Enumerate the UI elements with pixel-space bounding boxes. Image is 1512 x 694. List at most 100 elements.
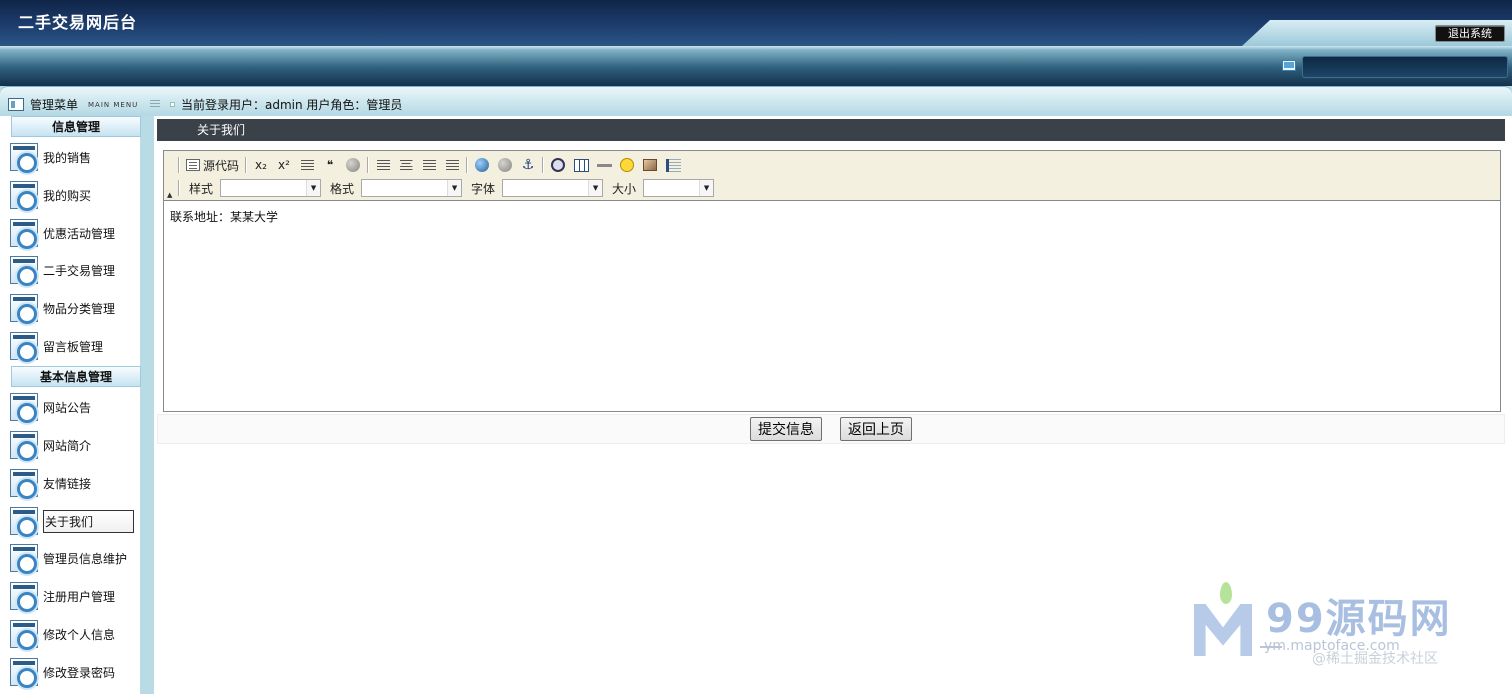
toolbar-separator (466, 157, 469, 173)
anchor-button[interactable]: ⚓ (519, 156, 537, 174)
toolbar-collapse-icon[interactable]: ▲ (167, 191, 172, 199)
size-select[interactable]: ▼ (643, 179, 715, 197)
table-icon (573, 158, 589, 172)
sidebar-item-trades[interactable]: 二手交易管理 (10, 255, 140, 286)
watermark-credit: @稀土掘金技术社区 (1312, 651, 1438, 667)
sidebar-item-admin-info[interactable]: 管理员信息维护 (10, 543, 140, 574)
page-break-icon (665, 158, 681, 172)
gear-icon (10, 294, 38, 324)
gear-icon (10, 620, 38, 650)
special-char-icon (643, 159, 658, 171)
sidebar-item-label: 关于我们 (43, 509, 135, 533)
insert-code-icon (346, 158, 361, 172)
page-title: 关于我们 (157, 119, 1505, 141)
size-label: 大小 (612, 181, 637, 196)
menu-icon (8, 98, 24, 111)
sidebar-item-label: 管理员信息维护 (43, 551, 128, 566)
format-select[interactable]: ▼ (361, 179, 463, 197)
page-break-button[interactable] (664, 156, 682, 174)
chevron-down-icon: ▼ (306, 180, 321, 196)
sidebar-item-promotions[interactable]: 优惠活动管理 (10, 218, 140, 249)
chevron-down-icon: ▼ (699, 180, 714, 196)
gear-icon (10, 332, 38, 362)
source-button[interactable]: 源代码 (185, 156, 240, 174)
sidebar-item-site-intro[interactable]: 网站简介 (10, 430, 140, 461)
special-char-button[interactable] (641, 156, 659, 174)
style-select[interactable]: ▼ (220, 179, 322, 197)
flash-icon (551, 158, 566, 172)
smiley-icon (620, 158, 635, 172)
user-info-text: 当前登录用户：admin 用户角色：管理员 (181, 98, 403, 112)
sidebar-item-label: 网站简介 (43, 438, 92, 453)
submit-button[interactable]: 提交信息 (750, 417, 822, 441)
align-center-button[interactable] (397, 156, 415, 174)
gear-icon (10, 469, 38, 499)
header-bar (0, 46, 1512, 86)
gear-icon (10, 544, 38, 574)
sidebar-item-label: 修改登录密码 (43, 665, 116, 680)
sidebar-item-users[interactable]: 注册用户管理 (10, 581, 140, 612)
sidebar-section-title[interactable]: 基本信息管理 (11, 366, 141, 387)
rich-text-editor[interactable]: 源代码 x₂ x² ❝ ⚓ 样式 ▼ 格式 ▼ 字体 ▼ 大小 ▼ ▲ 联系地址… (163, 150, 1501, 412)
source-icon (186, 159, 200, 171)
toolbar-separator (542, 157, 545, 173)
sidebar-item-about-us[interactable]: 关于我们 (10, 506, 140, 537)
justify-button[interactable] (443, 156, 461, 174)
sidebar-item-label: 二手交易管理 (43, 263, 116, 278)
sidebar-item-my-sales[interactable]: 我的销售 (10, 142, 140, 173)
insert-link-button[interactable] (473, 156, 491, 174)
menu-header: 管理菜单 MAIN MENU (8, 96, 161, 113)
insert-code-button[interactable] (344, 156, 362, 174)
align-center-icon (399, 159, 413, 171)
editor-toolbar: 源代码 x₂ x² ❝ ⚓ 样式 ▼ 格式 ▼ 字体 ▼ 大小 ▼ ▲ (164, 151, 1500, 201)
sidebar-item-password[interactable]: 修改登录密码 (10, 657, 140, 688)
justify-icon (445, 159, 459, 171)
sidebar-item-my-purchases[interactable]: 我的购买 (10, 180, 140, 211)
sidebar-item-label: 修改个人信息 (43, 627, 116, 642)
leaf-icon (1220, 582, 1232, 604)
subscript-button[interactable]: x₂ (252, 156, 270, 174)
insert-flash-button[interactable] (549, 156, 567, 174)
editor-content[interactable]: 联系地址：某某大学 (170, 208, 278, 225)
menu-label: 管理菜单 (30, 98, 79, 112)
monitor-icon (1282, 60, 1296, 71)
anchor-icon: ⚓ (521, 157, 535, 173)
sidebar-item-categories[interactable]: 物品分类管理 (10, 293, 140, 324)
logout-button[interactable]: 退出系统 (1435, 25, 1505, 42)
sidebar-section-title[interactable]: 信息管理 (11, 116, 141, 137)
gear-icon (10, 181, 38, 211)
gear-icon (10, 143, 38, 173)
align-left-button[interactable] (374, 156, 392, 174)
blockquote-button[interactable]: ❝ (321, 156, 339, 174)
gear-icon (10, 219, 38, 249)
sidebar-item-label: 优惠活动管理 (43, 226, 116, 241)
sidebar-item-announcements[interactable]: 网站公告 (10, 392, 140, 423)
insert-table-button[interactable] (572, 156, 590, 174)
link-icon (475, 158, 490, 172)
horizontal-rule-button[interactable] (595, 156, 613, 174)
chevron-down-icon: ▼ (588, 180, 603, 196)
sidebar-item-profile[interactable]: 修改个人信息 (10, 619, 140, 650)
back-button[interactable]: 返回上页 (840, 417, 912, 441)
toolbar-separator (245, 157, 248, 173)
horizontal-rule-icon (596, 163, 612, 167)
sidebar-item-label: 网站公告 (43, 400, 92, 415)
superscript-button[interactable]: x² (275, 156, 293, 174)
align-right-button[interactable] (420, 156, 438, 174)
m-logo-icon (1194, 604, 1252, 656)
sidebar-item-messages[interactable]: 留言板管理 (10, 331, 140, 362)
font-select[interactable]: ▼ (502, 179, 604, 197)
style-label: 样式 (189, 181, 214, 196)
smiley-button[interactable] (618, 156, 636, 174)
bullet-icon (170, 102, 175, 107)
indent-button[interactable] (298, 156, 316, 174)
sidebar-item-label: 物品分类管理 (43, 301, 116, 316)
toolbar-row-2: 样式 ▼ 格式 ▼ 字体 ▼ 大小 ▼ (178, 178, 715, 198)
watermark-brand: 99源码网 (1266, 596, 1452, 642)
header-status-box (1302, 56, 1508, 78)
toolbar-separator (178, 157, 180, 173)
remove-link-button[interactable] (496, 156, 514, 174)
sidebar-item-label: 注册用户管理 (43, 589, 116, 604)
menu-collapse-icon[interactable] (150, 100, 161, 109)
sidebar-item-links[interactable]: 友情链接 (10, 468, 140, 499)
